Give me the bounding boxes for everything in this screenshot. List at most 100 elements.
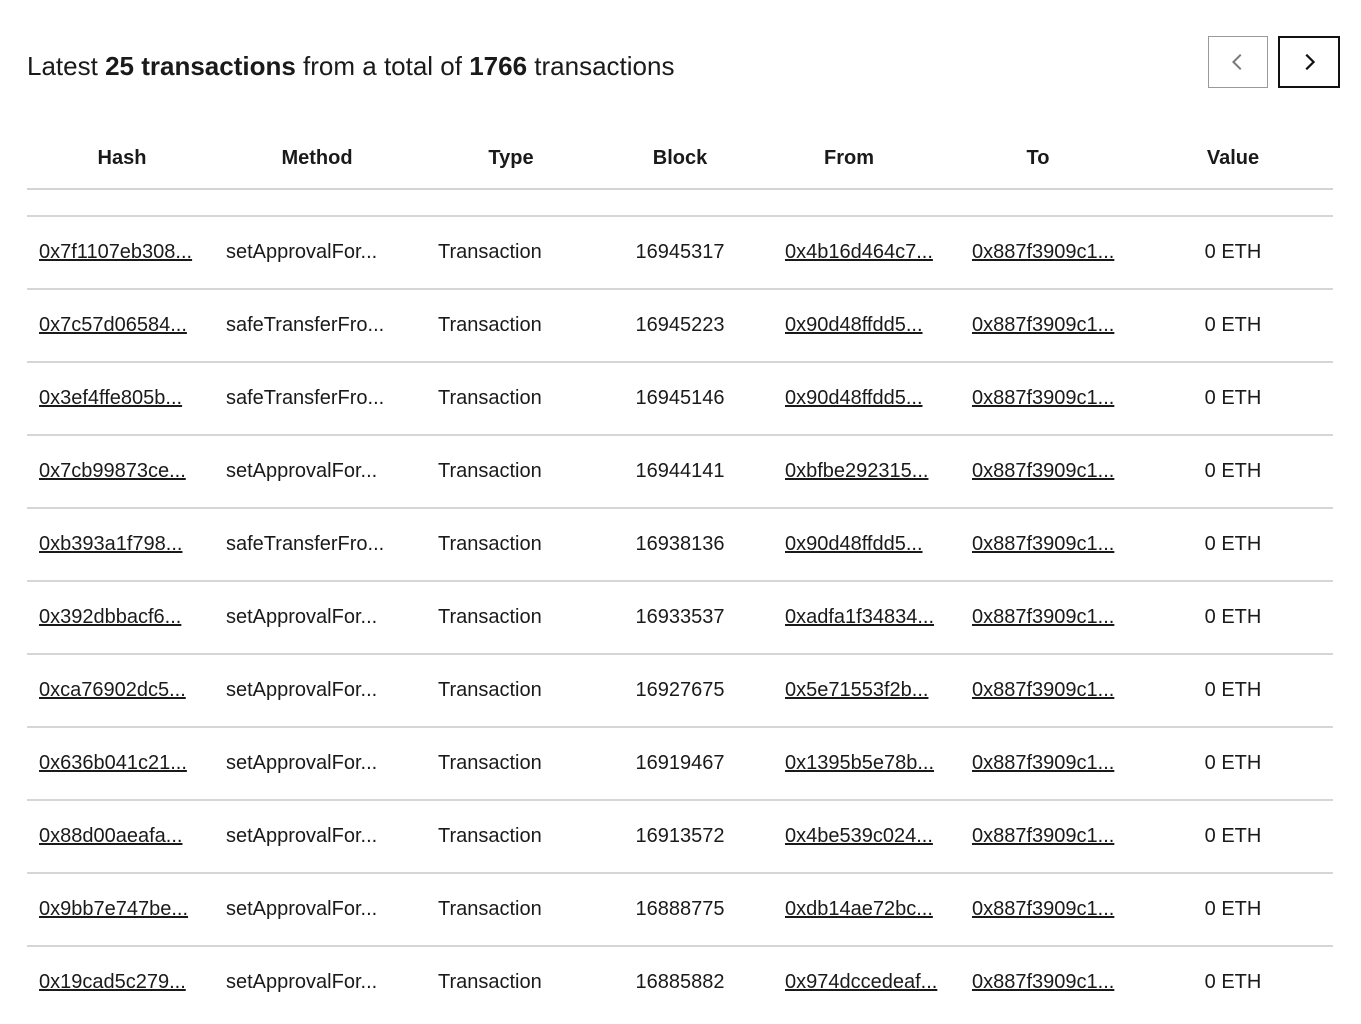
hash-col: 0x7cb99873ce... xyxy=(27,460,217,483)
value-cell-col: 0 ETH xyxy=(1133,190,1333,191)
from-address-col: 0x5e71553f2b... xyxy=(755,679,943,702)
value-cell: 0 ETH xyxy=(1204,460,1262,482)
block-cell-col: 16933537 xyxy=(605,606,755,629)
from-address-link[interactable]: 0x90d48ffdd5... xyxy=(785,533,923,555)
table-row: 0x636b041c21... setApprovalFor... Transact… xyxy=(27,728,1333,801)
method-cell: setApprovalFor... xyxy=(226,898,378,920)
to-address-link[interactable]: 0x887f3909c1... xyxy=(972,387,1114,409)
type-cell-col: Transaction xyxy=(417,241,605,264)
block-cell: 16933537 xyxy=(635,606,725,628)
header-method[interactable]: Method xyxy=(217,147,417,170)
value-cell-col: 0 ETH xyxy=(1133,460,1333,483)
block-cell: 16927675 xyxy=(635,679,725,701)
from-address-col: 0x90d48ffdd5... xyxy=(755,533,943,556)
value-cell-col: 0 ETH xyxy=(1133,314,1333,337)
header-value[interactable]: Value xyxy=(1133,147,1333,170)
hash-col: 0x392dbbacf6... xyxy=(27,606,217,629)
from-address-col: 0x1395b5e78b... xyxy=(755,752,943,775)
hash-link[interactable]: 0xca76902dc5... xyxy=(39,679,186,701)
value-cell: 0 ETH xyxy=(1204,679,1262,701)
summary-prefix: Latest xyxy=(27,51,106,81)
hash-link[interactable]: 0x19cad5c279... xyxy=(39,971,186,993)
from-address-link[interactable]: 0x974dccedeaf... xyxy=(785,971,937,993)
value-cell: 0 ETH xyxy=(1204,314,1262,336)
header-type[interactable]: Type xyxy=(417,147,605,170)
method-cell: safeTransferFro... xyxy=(226,387,385,409)
to-address-link[interactable]: 0x887f3909c1... xyxy=(972,898,1114,920)
hash-link[interactable]: 0x392dbbacf6... xyxy=(39,606,181,628)
from-address-col: 0x4b16d464c7... xyxy=(755,241,943,264)
next-page-button[interactable] xyxy=(1278,36,1340,88)
from-address-link[interactable]: 0x5e71553f2b... xyxy=(785,679,928,701)
type-cell: Transaction xyxy=(438,314,542,336)
block-cell: 16919467 xyxy=(635,752,725,774)
from-address-col: 0x4be539c024... xyxy=(755,825,943,848)
type-cell-col: Transaction xyxy=(417,606,605,629)
method-cell-col: safeTransferFro... xyxy=(217,387,417,410)
method-cell-col: setApprovalFor... xyxy=(217,190,417,191)
hash-link[interactable]: 0x7f1107eb308... xyxy=(39,241,192,263)
block-cell-col: 16927675 xyxy=(605,679,755,702)
hash-link[interactable]: 0x9bb7e747be... xyxy=(39,898,188,920)
value-cell-col: 0 ETH xyxy=(1133,679,1333,702)
table-body[interactable]: 0x2c1e9f4b07a...setApprovalFor...Transac… xyxy=(27,190,1333,994)
hash-link[interactable]: 0x3ef4ffe805b... xyxy=(39,387,182,409)
to-address-link[interactable]: 0x887f3909c1... xyxy=(972,679,1114,701)
chevron-left-icon xyxy=(1231,53,1242,71)
from-address-link[interactable]: 0xadfa1f34834... xyxy=(785,606,934,628)
from-address-col: 0xadfa1f34834... xyxy=(755,606,943,629)
hash-link[interactable]: 0x636b041c21... xyxy=(39,752,187,774)
table-header: Hash Method Type Block From To Value xyxy=(27,128,1333,190)
hash-col: 0x9bb7e747be... xyxy=(27,898,217,921)
type-cell: Transaction xyxy=(438,825,542,847)
from-address-link[interactable]: 0xdb14ae72bc... xyxy=(785,898,933,920)
value-cell-col: 0 ETH xyxy=(1133,241,1333,264)
block-cell-col: 16938136 xyxy=(605,533,755,556)
type-cell-col: Transaction xyxy=(417,752,605,775)
from-address-link[interactable]: 0xbfbe292315... xyxy=(785,460,928,482)
from-address-link[interactable]: 0x1395b5e78b... xyxy=(785,752,934,774)
value-cell-col: 0 ETH xyxy=(1133,387,1333,410)
from-address-col: 0x974dccedeaf... xyxy=(755,971,943,994)
value-cell-col: 0 ETH xyxy=(1133,533,1333,556)
header-block[interactable]: Block xyxy=(605,147,755,170)
summary-count: 25 transactions xyxy=(105,51,296,81)
header-to[interactable]: To xyxy=(943,147,1133,170)
to-address-link[interactable]: 0x887f3909c1... xyxy=(972,752,1114,774)
to-address-col: 0x887f3909c1... xyxy=(943,752,1133,775)
value-cell: 0 ETH xyxy=(1204,533,1262,555)
type-cell-col: Transaction xyxy=(417,679,605,702)
type-cell: Transaction xyxy=(438,679,542,701)
value-cell: 0 ETH xyxy=(1204,825,1262,847)
from-address-link[interactable]: 0x4be539c024... xyxy=(785,825,933,847)
method-cell-col: setApprovalFor... xyxy=(217,971,417,994)
to-address-link[interactable]: 0x887f3909c1... xyxy=(972,314,1114,336)
method-cell: setApprovalFor... xyxy=(226,752,378,774)
hash-col: 0x3ef4ffe805b... xyxy=(27,387,217,410)
method-cell-col: setApprovalFor... xyxy=(217,241,417,264)
to-address-link[interactable]: 0x887f3909c1... xyxy=(972,460,1114,482)
from-address-link[interactable]: 0x4b16d464c7... xyxy=(785,241,933,263)
type-cell: Transaction xyxy=(438,533,542,555)
hash-link[interactable]: 0xb393a1f798... xyxy=(39,533,182,555)
block-cell: 16945146 xyxy=(635,387,725,409)
method-cell-col: setApprovalFor... xyxy=(217,606,417,629)
method-cell-col: setApprovalFor... xyxy=(217,898,417,921)
to-address-link[interactable]: 0x887f3909c1... xyxy=(972,971,1114,993)
from-address-link[interactable]: 0x90d48ffdd5... xyxy=(785,387,923,409)
to-address-link[interactable]: 0x887f3909c1... xyxy=(972,241,1114,263)
hash-link[interactable]: 0x7c57d06584... xyxy=(39,314,187,336)
header-from[interactable]: From xyxy=(755,147,943,170)
to-address-col: 0x887f3909c1... xyxy=(943,241,1133,264)
previous-page-button[interactable] xyxy=(1208,36,1268,88)
hash-link[interactable]: 0x88d00aeafa... xyxy=(39,825,182,847)
header-hash[interactable]: Hash xyxy=(27,147,217,170)
to-address-link[interactable]: 0x887f3909c1... xyxy=(972,533,1114,555)
from-address-link[interactable]: 0x90d48ffdd5... xyxy=(785,314,923,336)
to-address-link[interactable]: 0x887f3909c1... xyxy=(972,825,1114,847)
value-cell-col: 0 ETH xyxy=(1133,752,1333,775)
to-address-link[interactable]: 0x887f3909c1... xyxy=(972,606,1114,628)
hash-link[interactable]: 0x7cb99873ce... xyxy=(39,460,186,482)
table-row: 0x88d00aeafa... setApprovalFor... Transact… xyxy=(27,801,1333,874)
value-cell: 0 ETH xyxy=(1204,898,1262,920)
